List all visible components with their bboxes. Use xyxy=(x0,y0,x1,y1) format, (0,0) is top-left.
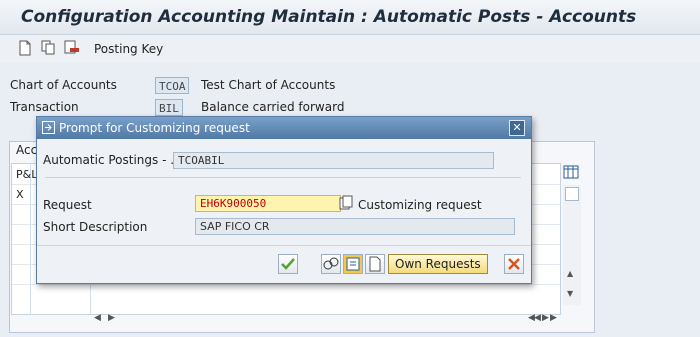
new-document-icon[interactable] xyxy=(18,40,32,56)
prompt-icon xyxy=(42,121,55,137)
dialog-title-bar: Prompt for Customizing request ✕ xyxy=(37,117,531,139)
customizing-request-dialog: Prompt for Customizing request ✕ Automat… xyxy=(36,116,532,284)
scroll-right-icon[interactable]: ▶ xyxy=(550,313,557,323)
request-label: Request xyxy=(43,198,92,212)
request-input[interactable]: EH6K900050 xyxy=(195,195,341,212)
dialog-title: Prompt for Customizing request xyxy=(59,121,250,135)
table-settings-icon[interactable] xyxy=(563,165,579,179)
display-object-list-button[interactable] xyxy=(321,254,341,274)
scroll-left-icon[interactable]: ◀ xyxy=(534,313,541,323)
transaction-label: Transaction xyxy=(10,100,79,114)
confirm-button[interactable] xyxy=(278,254,298,274)
transaction-field: BIL xyxy=(155,99,183,116)
copy-icon[interactable] xyxy=(41,40,55,56)
scroll-left-icon[interactable]: ◀ xyxy=(94,313,101,323)
delete-icon[interactable] xyxy=(64,40,79,56)
chart-of-accounts-label: Chart of Accounts xyxy=(10,78,117,92)
chart-of-accounts-field: TCOA xyxy=(155,77,189,94)
create-request-button[interactable] xyxy=(365,254,385,274)
scroll-up-icon[interactable]: ▲ xyxy=(567,269,573,278)
accounts-tab[interactable]: Acc xyxy=(16,143,37,157)
posting-key-button[interactable]: Posting Key xyxy=(94,42,163,56)
transaction-description: Balance carried forward xyxy=(201,100,345,114)
request-search-button[interactable] xyxy=(343,254,363,274)
close-icon[interactable]: ✕ xyxy=(509,120,525,136)
own-requests-button[interactable]: Own Requests xyxy=(388,254,488,274)
scroll-down-icon[interactable]: ▼ xyxy=(567,289,573,298)
horizontal-scrollbar[interactable]: ◀ ▶ ◀ ▶ xyxy=(90,313,560,327)
page-title: Configuration Accounting Maintain : Auto… xyxy=(21,7,637,27)
automatic-postings-label: Automatic Postings - ... xyxy=(43,153,182,167)
customizing-request-label: Customizing request xyxy=(358,198,482,212)
chart-of-accounts-description: Test Chart of Accounts xyxy=(201,78,336,92)
title-bar: Configuration Accounting Maintain : Auto… xyxy=(0,0,700,35)
copy-request-icon[interactable] xyxy=(339,195,355,211)
pl-column-header: P&L xyxy=(16,168,38,181)
short-description-field: SAP FICO CR xyxy=(195,218,515,235)
table-cell: X xyxy=(16,188,24,201)
scroll-right-icon[interactable]: ▶ xyxy=(108,313,115,323)
scroll-right-icon[interactable]: ▶ xyxy=(542,313,549,323)
automatic-postings-field: TCOABIL xyxy=(173,152,494,169)
short-description-label: Short Description xyxy=(43,220,148,234)
vertical-scrollbar[interactable]: ▲ ▼ xyxy=(563,185,581,305)
cancel-button[interactable] xyxy=(504,254,524,274)
